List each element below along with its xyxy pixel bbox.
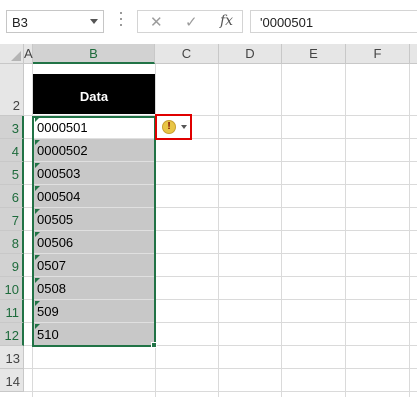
row-header-2[interactable]: 2 bbox=[0, 64, 24, 116]
name-box-value: B3 bbox=[12, 15, 28, 30]
row-header-8[interactable]: 8 bbox=[0, 231, 24, 254]
table-header-cell[interactable]: Data bbox=[33, 74, 155, 114]
column-header-f[interactable]: F bbox=[346, 44, 410, 64]
row-header-7[interactable]: 7 bbox=[0, 208, 24, 231]
row-header-4[interactable]: 4 bbox=[0, 139, 24, 162]
enter-icon[interactable]: ✓ bbox=[185, 13, 198, 31]
selection-border bbox=[32, 116, 156, 347]
formula-bar: B3 ✕ ✓ fx '0000501 bbox=[0, 0, 417, 44]
row-header-5[interactable]: 5 bbox=[0, 162, 24, 185]
column-header-d[interactable]: D bbox=[219, 44, 282, 64]
row-header-12[interactable]: 12 bbox=[0, 323, 24, 346]
row-header-13[interactable]: 13 bbox=[0, 346, 24, 369]
row-header-14[interactable]: 14 bbox=[0, 369, 24, 392]
error-options-button[interactable]: ! bbox=[155, 114, 192, 140]
chevron-down-icon bbox=[181, 125, 187, 129]
column-header-b[interactable]: B bbox=[33, 44, 155, 64]
column-header-c[interactable]: C bbox=[155, 44, 219, 64]
fill-handle[interactable] bbox=[151, 342, 157, 348]
warning-icon: ! bbox=[162, 120, 176, 134]
spreadsheet-grid[interactable]: A B C D E F 2 3 4 5 6 7 8 9 10 11 12 13 … bbox=[0, 44, 417, 397]
name-box[interactable]: B3 bbox=[6, 10, 104, 33]
column-header-e[interactable]: E bbox=[282, 44, 346, 64]
formula-text: '0000501 bbox=[260, 15, 314, 30]
insert-function-icon[interactable]: fx bbox=[220, 13, 233, 29]
cancel-icon[interactable]: ✕ bbox=[150, 13, 163, 31]
row-header-6[interactable]: 6 bbox=[0, 185, 24, 208]
name-box-dropdown-icon[interactable] bbox=[90, 19, 98, 24]
row-header-3[interactable]: 3 bbox=[0, 116, 24, 139]
row-header-11[interactable]: 11 bbox=[0, 300, 24, 323]
select-all-button[interactable] bbox=[0, 44, 24, 64]
row-header-9[interactable]: 9 bbox=[0, 254, 24, 277]
row-header-10[interactable]: 10 bbox=[0, 277, 24, 300]
column-header-a[interactable]: A bbox=[24, 44, 33, 64]
formula-bar-grip[interactable] bbox=[119, 12, 123, 32]
column-header-g[interactable] bbox=[410, 44, 417, 64]
formula-buttons: ✕ ✓ fx bbox=[137, 10, 243, 33]
formula-input[interactable]: '0000501 bbox=[250, 10, 417, 33]
